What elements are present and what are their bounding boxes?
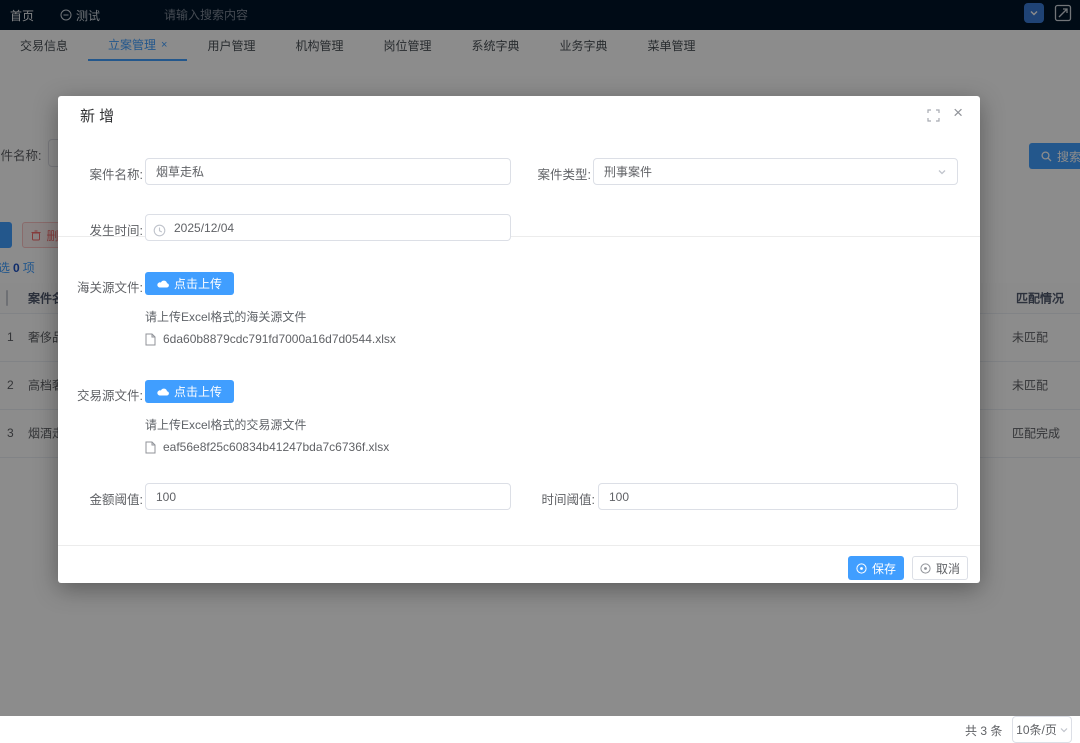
trade-upload-hint: 请上传Excel格式的交易源文件: [145, 416, 306, 433]
dialog-title: 新 增: [80, 105, 114, 126]
cloud-upload-icon: [157, 387, 169, 396]
save-button[interactable]: 保存: [848, 556, 904, 580]
chevron-down-icon: [1060, 726, 1068, 734]
customs-upload-hint: 请上传Excel格式的海关源文件: [145, 308, 306, 325]
occur-time-label: 发生时间:: [71, 220, 143, 239]
case-type-label: 案件类型:: [519, 164, 591, 183]
page-size-select[interactable]: 10条/页: [1012, 716, 1072, 743]
trade-file-label: 交易源文件:: [71, 385, 143, 404]
customs-uploaded-file[interactable]: 6da60b8879cdc791fd7000a16d7d0544.xlsx: [145, 332, 396, 346]
occur-time-input[interactable]: [145, 214, 511, 241]
trade-upload-button[interactable]: 点击上传: [145, 380, 234, 403]
document-icon: [145, 441, 156, 454]
clock-icon: [153, 224, 166, 237]
case-name-label: 案件名称:: [71, 164, 143, 183]
time-threshold-label: 时间阈值:: [523, 489, 595, 508]
document-icon: [145, 333, 156, 346]
case-name-input[interactable]: [145, 158, 511, 185]
case-type-select[interactable]: 刑事案件: [593, 158, 958, 185]
trade-uploaded-file[interactable]: eaf56e8f25c60834b41247bda7c6736f.xlsx: [145, 440, 389, 454]
circle-close-icon: [920, 563, 931, 574]
pagination-total: 共 3 条: [965, 722, 1002, 739]
divider: [58, 545, 980, 546]
customs-upload-button[interactable]: 点击上传: [145, 272, 234, 295]
fullscreen-icon[interactable]: [927, 109, 940, 122]
amount-threshold-input[interactable]: [145, 483, 511, 510]
circle-check-icon: [856, 563, 867, 574]
time-threshold-input[interactable]: [598, 483, 958, 510]
amount-threshold-label: 金额阈值:: [71, 489, 143, 508]
customs-file-label: 海关源文件:: [71, 277, 143, 296]
add-case-dialog: 新 增 × 案件名称: 案件类型: 刑事案件 发生时间: 海关源文件: 点击上传…: [58, 96, 980, 583]
close-icon[interactable]: ×: [953, 103, 963, 123]
customs-file-name: 6da60b8879cdc791fd7000a16d7d0544.xlsx: [163, 332, 396, 346]
chevron-down-icon: [937, 167, 947, 177]
trade-file-name: eaf56e8f25c60834b41247bda7c6736f.xlsx: [163, 440, 389, 454]
cancel-button[interactable]: 取消: [912, 556, 968, 580]
cloud-upload-icon: [157, 279, 169, 288]
